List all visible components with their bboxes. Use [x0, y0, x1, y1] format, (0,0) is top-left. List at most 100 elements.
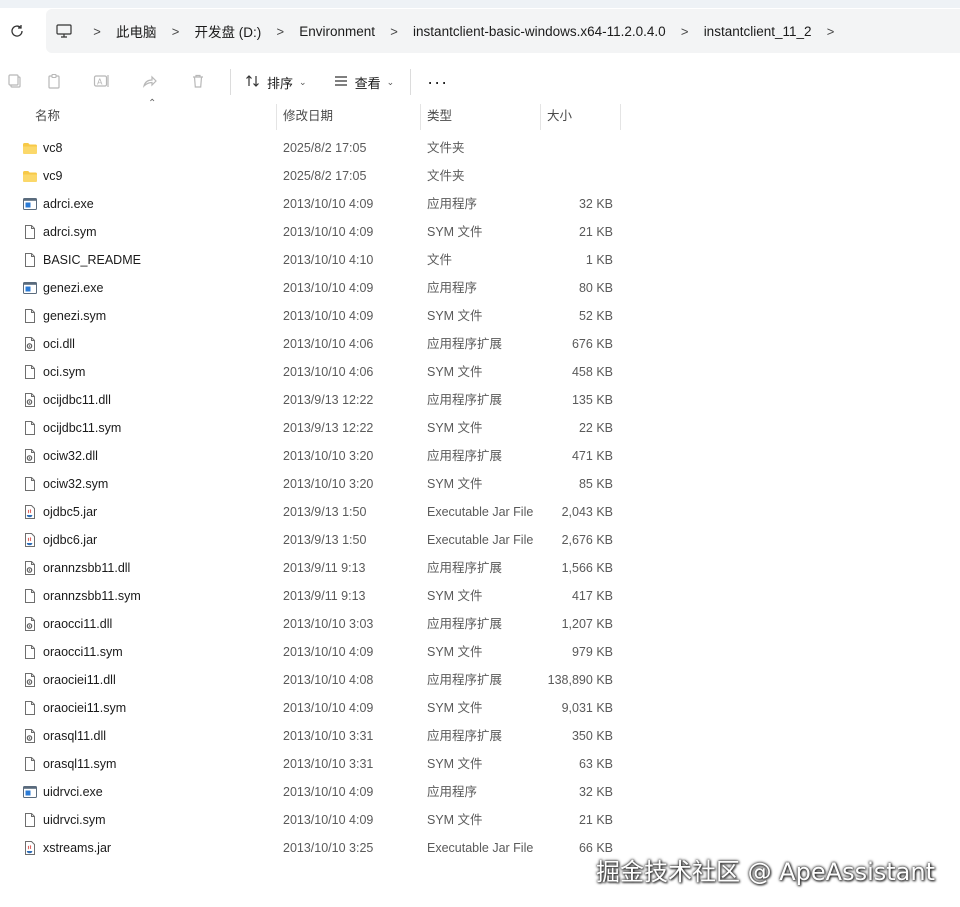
- file-row[interactable]: BASIC_README 2013/10/10 4:10 文件 1 KB: [14, 246, 634, 274]
- column-divider[interactable]: [276, 104, 277, 130]
- file-name: ojdbc6.jar: [43, 533, 98, 547]
- sort-icon: [245, 73, 261, 92]
- address-bar[interactable]: > 此电脑 > 开发盘 (D:) > Environment > instant…: [46, 9, 960, 53]
- file-row[interactable]: oraociei11.sym 2013/10/10 4:09 SYM 文件 9,031…: [14, 694, 634, 722]
- refresh-icon[interactable]: [6, 20, 28, 42]
- file-row[interactable]: uidrvci.exe 2013/10/10 4:09 应用程序 32 KB: [14, 778, 634, 806]
- view-icon: [333, 73, 349, 92]
- file-type: Executable Jar File: [427, 505, 534, 519]
- file-date: 2013/10/10 4:09: [283, 309, 374, 323]
- file-row[interactable]: orannzsbb11.sym 2013/9/11 9:13 SYM 文件 417 K…: [14, 582, 634, 610]
- rename-button[interactable]: A: [78, 64, 126, 100]
- file-size: 63 KB: [578, 757, 613, 771]
- file-date: 2013/10/10 4:10: [283, 253, 374, 267]
- file-name: genezi.sym: [43, 309, 107, 323]
- file-date: 2013/9/13 1:50: [283, 533, 367, 547]
- file-name: ojdbc5.jar: [43, 505, 98, 519]
- file-type: 文件夹: [427, 141, 465, 155]
- file-name: oci.dll: [43, 337, 75, 351]
- share-button[interactable]: [126, 64, 174, 100]
- file-name: oraocci11.sym: [43, 645, 123, 659]
- file-type: 应用程序扩展: [427, 561, 503, 575]
- file-row[interactable]: ociw32.sym 2013/10/10 3:20 SYM 文件 85 KB: [14, 470, 634, 498]
- file-name: orasql11.sym: [43, 757, 117, 771]
- file-icon: [22, 308, 38, 324]
- file-row[interactable]: ocijdbc11.dll 2013/9/13 12:22 应用程序扩展 135 KB: [14, 386, 634, 414]
- paste-button[interactable]: [30, 64, 78, 100]
- file-row[interactable]: ociw32.dll 2013/10/10 3:20 应用程序扩展 471 KB: [14, 442, 634, 470]
- computer-icon[interactable]: [46, 9, 82, 53]
- file-date: 2013/10/10 4:09: [283, 281, 374, 295]
- breadcrumb-item[interactable]: 开发盘 (D:): [191, 21, 266, 41]
- file-row[interactable]: ocijdbc11.sym 2013/9/13 12:22 SYM 文件 22 KB: [14, 414, 634, 442]
- column-header-type[interactable]: 类型: [427, 102, 452, 130]
- chevron-right-icon[interactable]: >: [670, 24, 700, 39]
- file-name: vc9: [43, 169, 63, 183]
- breadcrumb-item[interactable]: 此电脑: [112, 21, 161, 41]
- file-row[interactable]: genezi.sym 2013/10/10 4:09 SYM 文件 52 KB: [14, 302, 634, 330]
- column-divider[interactable]: [620, 104, 621, 130]
- breadcrumb-item[interactable]: instantclient_11_2: [700, 24, 816, 39]
- file-type: SYM 文件: [427, 813, 483, 827]
- file-name: ocijdbc11.dll: [43, 393, 111, 407]
- file-size: 458 KB: [571, 365, 613, 379]
- column-header-date[interactable]: 修改日期: [283, 102, 333, 130]
- delete-button[interactable]: [174, 64, 222, 100]
- toolbar-divider: [230, 69, 231, 95]
- address-strip: > 此电脑 > 开发盘 (D:) > Environment > instant…: [0, 0, 960, 62]
- file-row[interactable]: vc8 2025/8/2 17:05 文件夹: [14, 134, 634, 162]
- folder-icon: [22, 168, 38, 184]
- view-label: 查看: [354, 75, 381, 91]
- file-type: 应用程序扩展: [427, 337, 503, 351]
- column-header-size[interactable]: 大小: [547, 102, 572, 130]
- copy-button[interactable]: [0, 64, 30, 100]
- file-name: uidrvci.exe: [43, 785, 103, 799]
- file-row[interactable]: oraocci11.dll 2013/10/10 3:03 应用程序扩展 1,207 …: [14, 610, 634, 638]
- file-row[interactable]: genezi.exe 2013/10/10 4:09 应用程序 80 KB: [14, 274, 634, 302]
- file-size: 2,043 KB: [561, 505, 613, 519]
- more-options-button[interactable]: ···: [417, 64, 458, 100]
- file-type: SYM 文件: [427, 645, 483, 659]
- file-type: 应用程序: [427, 197, 478, 211]
- sort-button[interactable]: 排序 ⌄: [237, 64, 315, 100]
- chevron-right-icon[interactable]: >: [265, 24, 295, 39]
- file-row[interactable]: adrci.sym 2013/10/10 4:09 SYM 文件 21 KB: [14, 218, 634, 246]
- file-row[interactable]: uidrvci.sym 2013/10/10 4:09 SYM 文件 21 KB: [14, 806, 634, 834]
- file-date: 2013/10/10 3:20: [283, 449, 374, 463]
- file-name: oraociei11.dll: [43, 673, 116, 687]
- chevron-right-icon[interactable]: >: [816, 24, 846, 39]
- file-row[interactable]: xstreams.jar 2013/10/10 3:25 Executable Ja…: [14, 834, 634, 862]
- command-bar: A 排序 ⌄ 查看 ⌄ ···: [0, 62, 960, 102]
- file-name: orannzsbb11.sym: [43, 589, 141, 603]
- chevron-right-icon[interactable]: >: [161, 24, 191, 39]
- file-type: SYM 文件: [427, 365, 483, 379]
- file-row[interactable]: vc9 2025/8/2 17:05 文件夹: [14, 162, 634, 190]
- file-row[interactable]: oraociei11.dll 2013/10/10 4:08 应用程序扩展 138,8…: [14, 666, 634, 694]
- column-divider[interactable]: [420, 104, 421, 130]
- file-list: ⌃ 名称 修改日期 类型 大小 vc8 2025/8/2 17:05 文件夹 vc9 2…: [0, 98, 960, 907]
- file-size: 22 KB: [578, 421, 613, 435]
- breadcrumb-item[interactable]: Environment: [295, 24, 379, 39]
- file-row[interactable]: oci.dll 2013/10/10 4:06 应用程序扩展 676 KB: [14, 330, 634, 358]
- file-row[interactable]: orannzsbb11.dll 2013/9/11 9:13 应用程序扩展 1,566…: [14, 554, 634, 582]
- file-date: 2013/10/10 4:09: [283, 701, 374, 715]
- file-row[interactable]: oci.sym 2013/10/10 4:06 SYM 文件 458 KB: [14, 358, 634, 386]
- file-row[interactable]: adrci.exe 2013/10/10 4:09 应用程序 32 KB: [14, 190, 634, 218]
- file-type: SYM 文件: [427, 701, 483, 715]
- file-size: 85 KB: [578, 477, 613, 491]
- file-row[interactable]: orasql11.dll 2013/10/10 3:31 应用程序扩展 350 KB: [14, 722, 634, 750]
- file-row[interactable]: ojdbc6.jar 2013/9/13 1:50 Executable Jar F…: [14, 526, 634, 554]
- file-date: 2013/9/13 12:22: [283, 421, 374, 435]
- chevron-right-icon[interactable]: >: [82, 24, 112, 39]
- view-button[interactable]: 查看 ⌄: [325, 64, 403, 100]
- file-type: SYM 文件: [427, 757, 483, 771]
- dll-icon: [22, 672, 38, 688]
- column-header-name[interactable]: 名称: [35, 102, 60, 130]
- svg-text:A: A: [97, 77, 103, 86]
- file-row[interactable]: ojdbc5.jar 2013/9/13 1:50 Executable Jar F…: [14, 498, 634, 526]
- file-row[interactable]: orasql11.sym 2013/10/10 3:31 SYM 文件 63 KB: [14, 750, 634, 778]
- breadcrumb-item[interactable]: instantclient-basic-windows.x64-11.2.0.4…: [409, 24, 670, 39]
- column-divider[interactable]: [540, 104, 541, 130]
- chevron-right-icon[interactable]: >: [379, 24, 409, 39]
- file-row[interactable]: oraocci11.sym 2013/10/10 4:09 SYM 文件 979 KB: [14, 638, 634, 666]
